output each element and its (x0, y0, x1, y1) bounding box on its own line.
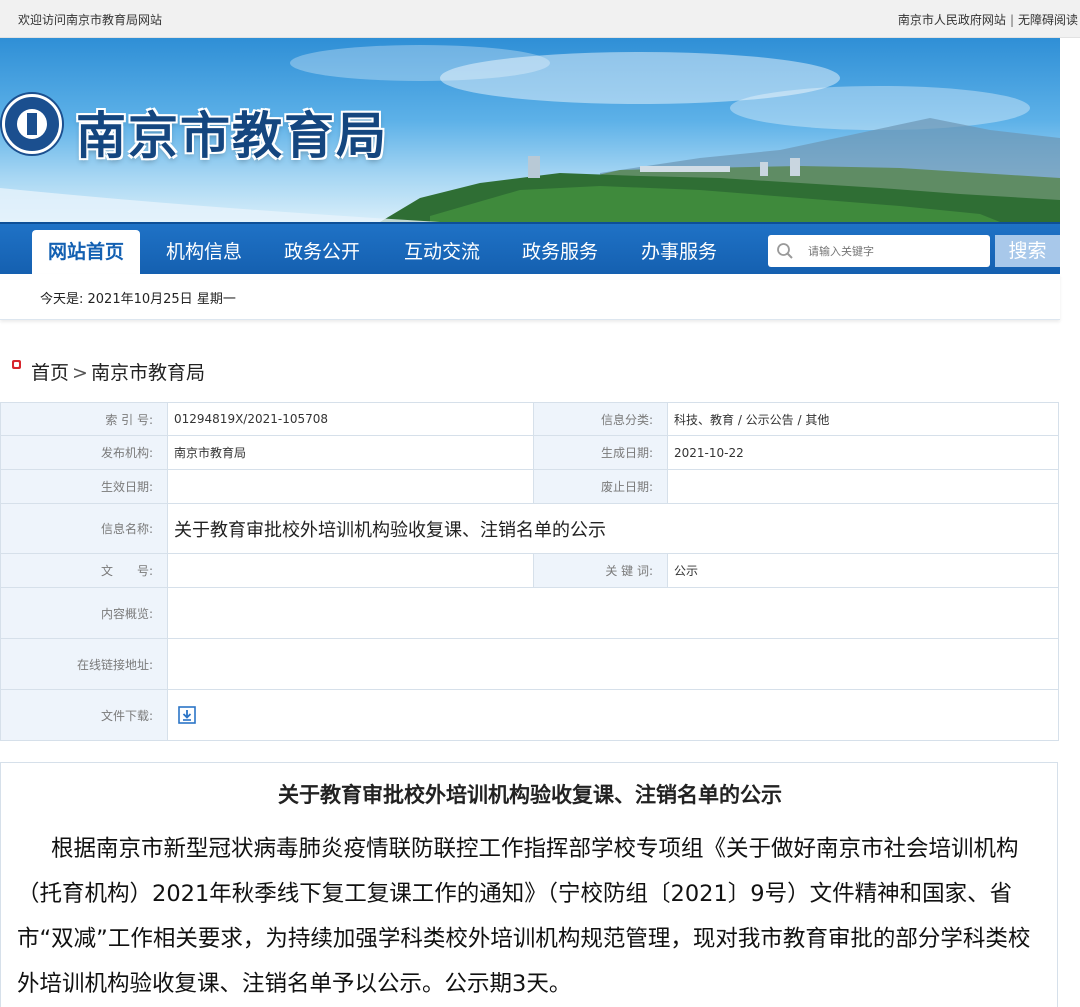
breadcrumb-home[interactable]: 首页 (31, 362, 69, 384)
article-content: 关于教育审批校外培训机构验收复课、注销名单的公示 根据南京市新型冠状病毒肺炎疫情… (0, 762, 1058, 1007)
effective-date-value (167, 469, 534, 504)
effective-date-label: 生效日期: (0, 469, 168, 504)
top-links: 南京市人民政府网站 | 无障碍阅读 (898, 11, 1078, 28)
online-link-label: 在线链接地址: (0, 638, 168, 690)
main-nav: 网站首页 机构信息 政务公开 互动交流 政务服务 办事服务 搜索 (0, 222, 1060, 274)
table-row: 信息名称: 关于教育审批校外培训机构验收复课、注销名单的公示 (0, 503, 1059, 554)
created-date-value: 2021-10-22 (667, 435, 1059, 470)
welcome-text: 欢迎访问南京市教育局网站 (18, 13, 163, 27)
nav-item-gov-service[interactable]: 政务服务 (506, 230, 614, 274)
search-input[interactable] (808, 239, 984, 263)
table-row: 内容概览: (0, 587, 1059, 639)
doc-number-label: 文 号: (0, 553, 168, 588)
nav-item-interaction[interactable]: 互动交流 (388, 230, 496, 274)
accessibility-link[interactable]: 无障碍阅读 (1018, 13, 1078, 27)
file-download-cell (167, 689, 1059, 741)
doc-number-value (167, 553, 534, 588)
table-row: 生效日期: 废止日期: (0, 469, 1059, 504)
index-label: 索 引 号: (0, 402, 168, 436)
breadcrumb: 首页 > 南京市教育局 (12, 358, 205, 385)
category-value: 科技、教育 / 公示公告 / 其他 (667, 402, 1059, 436)
nav-item-gov-affairs[interactable]: 政务公开 (268, 230, 376, 274)
nav-item-home[interactable]: 网站首页 (32, 230, 140, 274)
expiry-date-value (667, 469, 1059, 504)
today-date: 今天是: 2021年10月25日 星期一 (40, 292, 236, 307)
breadcrumb-current[interactable]: 南京市教育局 (91, 362, 205, 384)
breadcrumb-separator: > (72, 362, 88, 384)
table-row: 索 引 号: 01294819X/2021-105708 信息分类: 科技、教育… (0, 402, 1059, 436)
top-utility-bar: 欢迎访问南京市教育局网站 南京市人民政府网站 | 无障碍阅读 (0, 0, 1080, 38)
header-banner: 南京市教育局 (0, 38, 1060, 222)
category-label: 信息分类: (533, 402, 668, 436)
created-date-label: 生成日期: (533, 435, 668, 470)
date-bar: 今天是: 2021年10月25日 星期一 (0, 274, 1060, 320)
nav-item-office-service[interactable]: 办事服务 (625, 230, 733, 274)
index-value: 01294819X/2021-105708 (167, 402, 534, 436)
breadcrumb-bullet-icon (12, 360, 21, 369)
keywords-value: 公示 (667, 553, 1059, 588)
gov-site-link[interactable]: 南京市人民政府网站 (898, 13, 1006, 27)
nav-item-institution[interactable]: 机构信息 (150, 230, 258, 274)
link-separator: | (1009, 13, 1014, 27)
info-name-value: 关于教育审批校外培训机构验收复课、注销名单的公示 (167, 503, 1059, 554)
table-row: 在线链接地址: (0, 638, 1059, 690)
table-row: 文 号: 关 键 词: 公示 (0, 553, 1059, 588)
summary-label: 内容概览: (0, 587, 168, 639)
article-title: 关于教育审批校外培训机构验收复课、注销名单的公示 (278, 783, 782, 807)
publisher-value: 南京市教育局 (167, 435, 534, 470)
table-row: 文件下载: (0, 689, 1059, 741)
article-body: 根据南京市新型冠状病毒肺炎疫情联防联控工作指挥部学校专项组《关于做好南京市社会培… (17, 836, 1031, 997)
publisher-label: 发布机构: (0, 435, 168, 470)
search-button[interactable]: 搜索 (995, 235, 1060, 267)
keywords-label: 关 键 词: (533, 553, 668, 588)
file-download-label: 文件下载: (0, 689, 168, 741)
site-title: 南京市教育局 (76, 106, 388, 165)
download-icon[interactable] (178, 706, 196, 724)
search-box (768, 235, 990, 267)
expiry-date-label: 废止日期: (533, 469, 668, 504)
summary-value (167, 587, 1059, 639)
search-icon (777, 243, 793, 259)
table-row: 发布机构: 南京市教育局 生成日期: 2021-10-22 (0, 435, 1059, 470)
info-metadata-table: 索 引 号: 01294819X/2021-105708 信息分类: 科技、教育… (0, 402, 1059, 741)
emblem-logo (2, 94, 62, 154)
online-link-value (167, 638, 1059, 690)
info-name-label: 信息名称: (0, 503, 168, 554)
